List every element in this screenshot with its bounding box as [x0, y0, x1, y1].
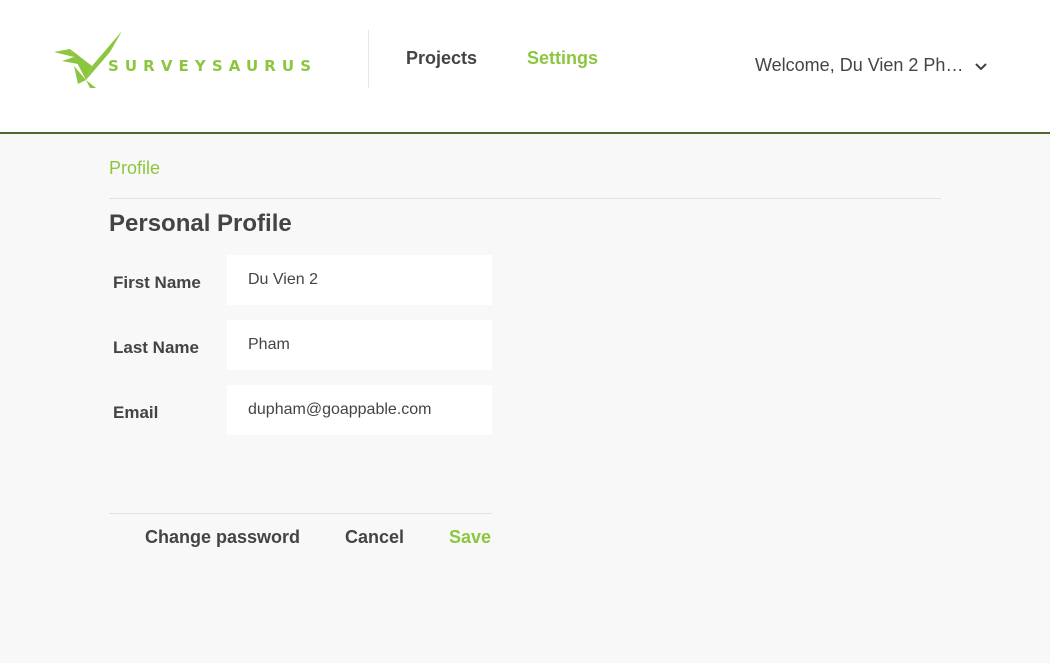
save-button[interactable]: Save — [449, 527, 491, 548]
first-name-label: First Name — [113, 273, 201, 292]
header-divider — [368, 30, 369, 88]
email-input[interactable] — [227, 385, 492, 435]
actions-divider — [109, 513, 492, 514]
nav-settings[interactable]: Settings — [527, 48, 598, 69]
change-password-button[interactable]: Change password — [145, 527, 300, 548]
email-label: Email — [113, 403, 159, 422]
user-welcome-text: Welcome, Du Vien 2 Pham — [755, 54, 967, 75]
page-title: Personal Profile — [109, 210, 292, 237]
nav-projects[interactable]: Projects — [406, 48, 477, 69]
logo-wordmark: SURVEYSAURUS — [108, 57, 318, 75]
breadcrumb-profile[interactable]: Profile — [109, 158, 160, 179]
cancel-button[interactable]: Cancel — [345, 527, 404, 548]
logo[interactable]: SURVEYSAURUS — [52, 28, 311, 90]
user-menu[interactable]: Welcome, Du Vien 2 Pham — [755, 53, 987, 77]
app-header: SURVEYSAURUS Projects Settings Welcome, … — [0, 0, 1050, 134]
first-name-input[interactable] — [227, 255, 492, 305]
chevron-down-icon[interactable] — [975, 63, 987, 71]
last-name-input[interactable] — [227, 320, 492, 370]
breadcrumb-divider — [109, 198, 941, 199]
last-name-label: Last Name — [113, 338, 199, 357]
